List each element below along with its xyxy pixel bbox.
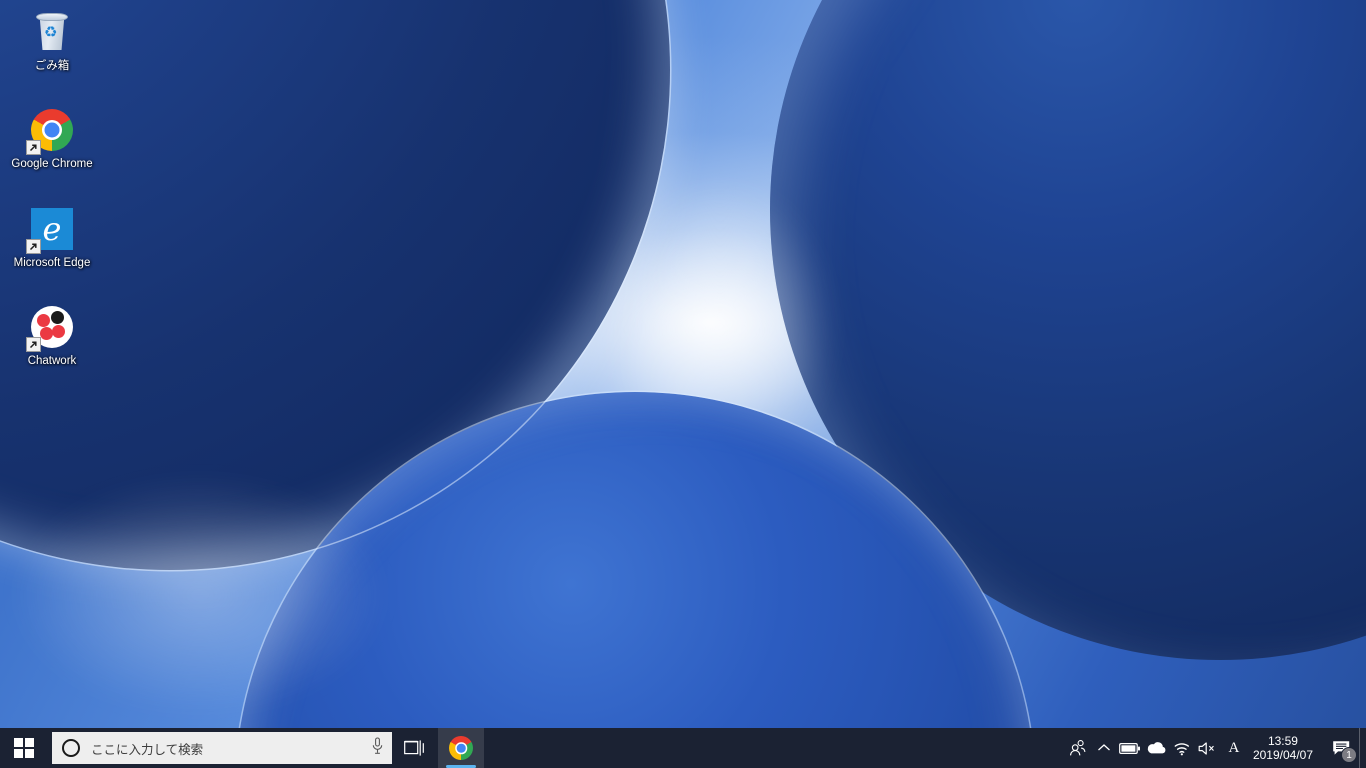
system-tray: A 13:59 2019/04/07 1 — [1065, 728, 1366, 768]
shortcut-arrow-icon — [26, 239, 41, 254]
chatwork-icon — [26, 303, 76, 352]
chrome-taskbar-button[interactable] — [438, 728, 484, 768]
clock-date: 2019/04/07 — [1252, 748, 1313, 762]
search-input[interactable]: ここに入力して検索 — [52, 732, 392, 764]
desktop-icon-chatwork[interactable]: Chatwork — [8, 303, 96, 368]
ime-mode-indicator[interactable]: A — [1221, 728, 1247, 768]
task-view-icon — [404, 740, 424, 756]
desktop-icon-label: Chatwork — [27, 355, 77, 367]
windows-logo-icon — [14, 738, 34, 758]
desktop[interactable]: ♻ ごみ箱 Google Chrome e Microsoft Edge Cha… — [0, 0, 1366, 768]
start-button[interactable] — [0, 728, 48, 768]
desktop-icon-label: ごみ箱 — [34, 60, 70, 72]
edge-icon: e — [26, 205, 76, 254]
show-desktop-button[interactable] — [1359, 728, 1366, 768]
action-center-button[interactable]: 1 — [1323, 728, 1359, 768]
desktop-icon-label: Google Chrome — [11, 158, 93, 170]
desktop-icon-google-chrome[interactable]: Google Chrome — [8, 106, 96, 171]
taskbar: ここに入力して検索 A 13:59 2019/04/07 1 — [0, 728, 1366, 768]
wifi-icon[interactable] — [1169, 728, 1195, 768]
volume-muted-icon[interactable] — [1195, 728, 1221, 768]
clock-time: 13:59 — [1267, 734, 1298, 748]
task-view-button[interactable] — [392, 728, 438, 768]
chrome-icon — [26, 106, 76, 155]
shortcut-arrow-icon — [26, 140, 41, 155]
shortcut-arrow-icon — [26, 337, 41, 352]
chrome-icon — [449, 736, 473, 760]
cortana-circle-icon — [62, 739, 80, 757]
ime-mode-label: A — [1228, 739, 1240, 756]
notification-badge: 1 — [1341, 747, 1357, 763]
desktop-icon-label: Microsoft Edge — [13, 257, 91, 269]
clock[interactable]: 13:59 2019/04/07 — [1247, 728, 1323, 768]
show-hidden-icons-chevron-icon[interactable] — [1091, 728, 1117, 768]
onedrive-cloud-icon[interactable] — [1143, 728, 1169, 768]
search-placeholder-text: ここに入力して検索 — [91, 742, 204, 757]
taskbar-empty-area[interactable] — [484, 728, 1065, 768]
people-icon[interactable] — [1065, 728, 1091, 768]
wallpaper-highlight-left — [0, 430, 460, 760]
desktop-icon-recycle-bin[interactable]: ♻ ごみ箱 — [8, 8, 96, 73]
desktop-icon-microsoft-edge[interactable]: e Microsoft Edge — [8, 205, 96, 270]
microphone-icon[interactable] — [371, 736, 384, 760]
recycle-bin-icon: ♻ — [28, 8, 76, 56]
battery-icon[interactable] — [1117, 728, 1143, 768]
